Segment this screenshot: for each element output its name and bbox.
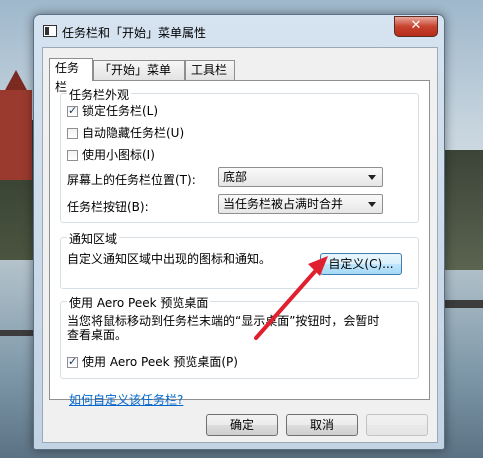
lock-taskbar-option[interactable]: 锁定任务栏(L) — [67, 103, 158, 119]
auto-hide-checkbox[interactable] — [67, 128, 78, 139]
aero-peek-description-1: 当您将鼠标移动到任务栏末端的“显示桌面”按钮时，会暂时 — [67, 314, 380, 328]
use-aero-peek-label: 使用 Aero Peek 预览桌面(P) — [82, 355, 238, 369]
notification-description: 自定义通知区域中出现的图标和通知。 — [67, 252, 272, 266]
cancel-button[interactable]: 取消 — [286, 414, 358, 436]
location-dropdown[interactable]: 底部 — [218, 167, 383, 187]
customize-button[interactable]: 自定义(C)... — [320, 253, 402, 275]
aero-peek-group-title: 使用 Aero Peek 预览桌面 — [67, 294, 211, 311]
appearance-group: 任务栏外观 锁定任务栏(L) 自动隐藏任务栏(U) 使用小图标(I) 屏幕上的任… — [60, 86, 419, 223]
small-icons-label: 使用小图标(I) — [82, 148, 155, 162]
taskbar-properties-window: 任务栏和「开始」菜单属性 ✕ 任务栏 「开始」菜单 工具栏 任务栏外观 锁定任务… — [33, 14, 445, 450]
lock-taskbar-label: 锁定任务栏(L) — [82, 104, 159, 118]
use-aero-peek-option[interactable]: 使用 Aero Peek 预览桌面(P) — [67, 354, 238, 370]
chevron-down-icon — [368, 202, 376, 207]
title-bar[interactable]: 任务栏和「开始」菜单属性 ✕ — [34, 15, 444, 47]
dialog-client-area: 任务栏 「开始」菜单 工具栏 任务栏外观 锁定任务栏(L) 自动隐藏任务栏(U)… — [42, 47, 438, 443]
aero-peek-description-2: 查看桌面。 — [67, 328, 128, 342]
small-icons-checkbox[interactable] — [67, 150, 78, 161]
close-button[interactable]: ✕ — [394, 16, 438, 37]
auto-hide-option[interactable]: 自动隐藏任务栏(U) — [67, 125, 184, 141]
notification-group-title: 通知区域 — [67, 230, 120, 247]
small-icons-option[interactable]: 使用小图标(I) — [67, 147, 155, 163]
aero-peek-group: 使用 Aero Peek 预览桌面 当您将鼠标移动到任务栏末端的“显示桌面”按钮… — [60, 294, 419, 379]
tab-toolbars[interactable]: 工具栏 — [185, 60, 235, 80]
help-link[interactable]: 如何自定义该任务栏? — [69, 391, 183, 408]
tab-start-menu[interactable]: 「开始」菜单 — [93, 60, 185, 80]
tab-page-taskbar: 任务栏外观 锁定任务栏(L) 自动隐藏任务栏(U) 使用小图标(I) 屏幕上的任… — [49, 80, 430, 407]
buttons-label: 任务栏按钮(B): — [67, 200, 149, 214]
use-aero-peek-checkbox[interactable] — [67, 354, 78, 370]
window-icon — [43, 25, 57, 37]
window-title: 任务栏和「开始」菜单属性 — [62, 26, 207, 40]
apply-button[interactable] — [366, 414, 428, 436]
appearance-group-title: 任务栏外观 — [67, 86, 132, 103]
buttons-value: 当任务栏被占满时合并 — [223, 197, 344, 211]
ok-button[interactable]: 确定 — [206, 414, 278, 436]
notification-group: 通知区域 自定义通知区域中出现的图标和通知。 自定义(C)... — [60, 230, 419, 289]
lock-taskbar-checkbox[interactable] — [67, 103, 78, 119]
tab-taskbar[interactable]: 任务栏 — [49, 58, 93, 94]
buttons-dropdown[interactable]: 当任务栏被占满时合并 — [218, 194, 383, 214]
auto-hide-label: 自动隐藏任务栏(U) — [82, 126, 185, 140]
chevron-down-icon — [368, 175, 376, 180]
location-label: 屏幕上的任务栏位置(T): — [67, 173, 196, 187]
location-value: 底部 — [223, 170, 248, 184]
